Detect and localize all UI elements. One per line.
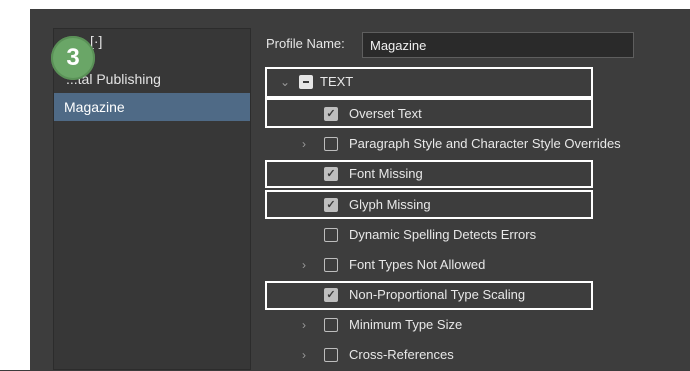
chevron-right-icon[interactable]: ›	[298, 137, 310, 151]
profile-name-label: Profile Name:	[266, 36, 345, 51]
highlight-box-font-missing	[265, 160, 593, 188]
top-edge-background	[30, 0, 690, 9]
profile-name-input[interactable]	[362, 32, 634, 58]
tree-row-font-types[interactable]: › Font Types Not Allowed	[0, 251, 690, 281]
tree-row-dynamic-spelling[interactable]: Dynamic Spelling Detects Errors	[0, 221, 690, 251]
highlight-box-overset	[265, 98, 593, 128]
checkbox[interactable]	[324, 348, 338, 362]
checkbox[interactable]	[324, 258, 338, 272]
chevron-right-icon[interactable]: ›	[298, 348, 310, 362]
checkbox[interactable]	[324, 228, 338, 242]
row-label: Dynamic Spelling Detects Errors	[349, 227, 537, 242]
row-label: Paragraph Style and Character Style Over…	[349, 136, 621, 151]
row-label: Cross-References	[349, 347, 454, 362]
tree-row-cross-references[interactable]: › Cross-References	[0, 341, 690, 371]
row-label: Minimum Type Size	[349, 317, 463, 332]
checkbox[interactable]	[324, 318, 338, 332]
tree-row-style-overrides[interactable]: › Paragraph Style and Character Style Ov…	[0, 130, 690, 160]
chevron-right-icon[interactable]: ›	[298, 318, 310, 332]
tree-row-minimum-type-size[interactable]: › Minimum Type Size	[0, 311, 690, 341]
highlight-box-text	[265, 67, 593, 98]
highlight-box-non-proportional	[265, 281, 593, 310]
checkbox[interactable]	[324, 137, 338, 151]
chevron-right-icon[interactable]: ›	[298, 258, 310, 272]
highlight-box-glyph-missing	[265, 190, 593, 219]
row-label: Font Types Not Allowed	[349, 257, 486, 272]
